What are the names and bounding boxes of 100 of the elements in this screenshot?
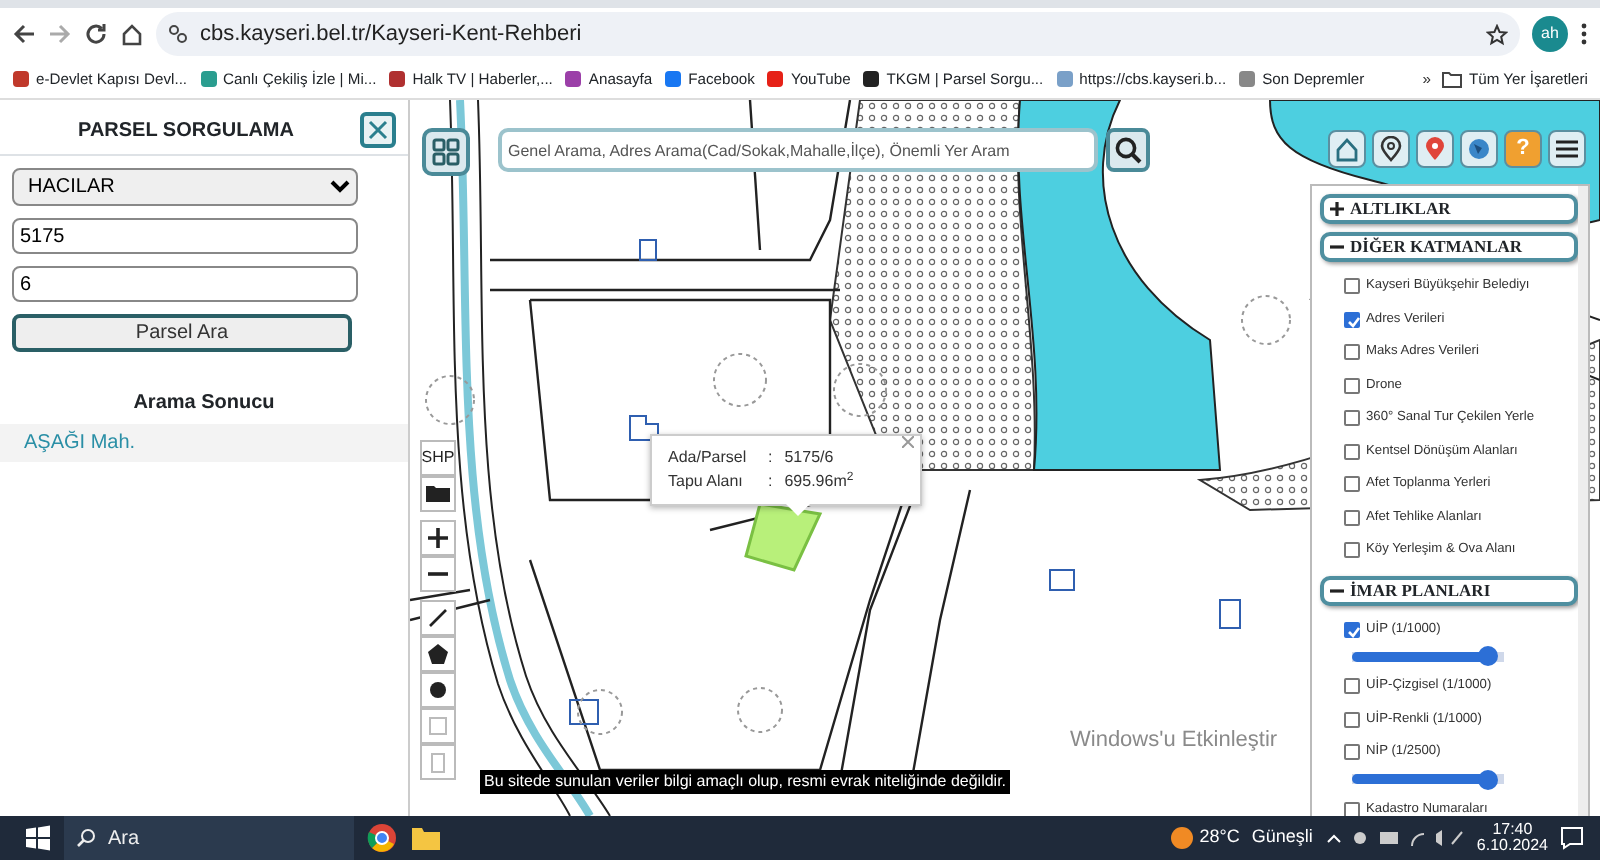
- bookmark-favicon-icon: [564, 69, 583, 88]
- popup-separator: :: [768, 470, 773, 494]
- bookmark-favicon-icon: [1238, 69, 1257, 88]
- map-tool-button[interactable]: [420, 556, 456, 592]
- zoom-in-icon: [424, 524, 452, 552]
- scrollbar[interactable]: [1578, 186, 1588, 816]
- parcel-number-field[interactable]: 6: [12, 266, 358, 302]
- back-arrow-icon[interactable]: [12, 22, 36, 46]
- layer-checkbox[interactable]: [1344, 278, 1360, 295]
- bookmark-favicon-icon: [862, 69, 881, 88]
- layer-checkbox[interactable]: [1344, 744, 1360, 761]
- home-icon[interactable]: [120, 22, 144, 46]
- polygon-draw-icon: [424, 640, 452, 668]
- clock[interactable]: 17:40 6.10.2024: [1476, 822, 1548, 854]
- basemap-button[interactable]: [1460, 130, 1498, 168]
- home-button[interactable]: [1328, 130, 1366, 168]
- plus-icon: [1330, 202, 1344, 216]
- tray-icons-drawing[interactable]: [1324, 828, 1465, 848]
- panel-title: PARSEL SORGULAMA: [76, 117, 296, 145]
- star-icon[interactable]: [1486, 23, 1508, 45]
- bookmark-favicon-icon: [199, 69, 218, 88]
- layer-checkbox[interactable]: [1344, 377, 1360, 394]
- parcel-search-button[interactable]: Parsel Ara: [12, 314, 352, 352]
- circle-draw-icon: [424, 676, 452, 704]
- bookmark-favicon-icon: [12, 69, 30, 88]
- profile-avatar[interactable]: ah: [1532, 16, 1568, 52]
- result-heading: Arama Sonucu: [131, 390, 277, 418]
- layout-grid-button[interactable]: [422, 128, 470, 176]
- edit-checkbox-icon: [424, 712, 452, 740]
- windows-start-icon[interactable]: [24, 824, 52, 852]
- layer-checkbox[interactable]: [1344, 410, 1360, 427]
- map-tool-button[interactable]: [420, 636, 456, 672]
- slider-thumb[interactable]: [1477, 769, 1498, 789]
- map-tool-button[interactable]: [420, 520, 456, 556]
- kebab-menu-icon[interactable]: [1580, 22, 1588, 46]
- layer-checkbox[interactable]: [1344, 344, 1360, 361]
- layer-section-title: ALTLIKLAR: [1350, 196, 1451, 222]
- layer-checkbox[interactable]: [1344, 711, 1360, 728]
- opacity-slider[interactable]: [1352, 646, 1504, 666]
- date-text: 6.10.2024: [1476, 838, 1548, 854]
- site-settings-icon[interactable]: [168, 24, 188, 44]
- marker-button[interactable]: [1416, 130, 1454, 168]
- map-search-field[interactable]: Genel Arama, Adres Arama(Cad/Sokak,Mahalle,İlçe), Önemli Yer Aram: [498, 128, 1098, 172]
- menu-icon: [1554, 136, 1580, 162]
- layer-checkbox[interactable]: [1344, 443, 1360, 460]
- layer-section-header[interactable]: DİĞER KATMANLAR: [1320, 232, 1578, 262]
- block-number-field[interactable]: 5175: [12, 218, 358, 254]
- map-tool-button[interactable]: [420, 476, 456, 512]
- district-select[interactable]: HACILAR: [12, 168, 358, 206]
- search-icon: [76, 828, 96, 848]
- disclaimer-text: Bu sitede sunulan veriler bilgi amaçlı olup, resmi evrak niteliğinde değildir.: [480, 770, 1011, 794]
- popup-value: 695.96m$^{2}$: [784, 470, 854, 494]
- bookmark-favicon-icon: [1055, 69, 1074, 88]
- popup-label: Ada/Parsel: [668, 446, 749, 470]
- slider-thumb[interactable]: [1477, 646, 1498, 666]
- bookmark-favicon-icon: [664, 69, 683, 88]
- time-text: 17:40: [1492, 822, 1533, 838]
- browser-app-icon[interactable]: [366, 822, 398, 854]
- layer-checkbox[interactable]: [1344, 311, 1360, 328]
- map-pin-icon: [1422, 136, 1448, 162]
- layer-checkbox[interactable]: [1344, 801, 1360, 816]
- folder-app-icon[interactable]: [410, 824, 442, 852]
- bookmark-favicon-icon: [388, 69, 407, 88]
- layer-checkbox[interactable]: [1344, 542, 1360, 559]
- taskbar-search-field[interactable]: Ara: [64, 816, 354, 860]
- minus-icon: [1330, 240, 1344, 254]
- opacity-slider[interactable]: [1352, 769, 1504, 789]
- weather-sun-icon[interactable]: [1169, 826, 1194, 850]
- home-icon: [1334, 136, 1360, 162]
- weather-text: Güneşli: [1251, 824, 1313, 851]
- grid-icon: [432, 138, 460, 166]
- temperature-text: 28°C: [1199, 824, 1240, 851]
- close-button[interactable]: [360, 112, 396, 148]
- menu-button[interactable]: [1548, 130, 1586, 168]
- activation-notice: Windows'u Etkinleştir: [1070, 726, 1278, 756]
- popup-label: Tapu Alanı: [668, 470, 745, 494]
- line-draw-icon: [424, 604, 452, 632]
- layer-section-header[interactable]: ALTLIKLAR: [1320, 194, 1578, 224]
- popup-close-button[interactable]: [902, 436, 914, 448]
- layer-section-header[interactable]: İMAR PLANLARI: [1320, 575, 1578, 605]
- layer-section-title: İMAR PLANLARI: [1350, 577, 1491, 603]
- address-bar[interactable]: cbs.kayseri.bel.tr/Kayseri-Kent-Rehberi: [156, 12, 1520, 56]
- map-tool-button[interactable]: [420, 600, 456, 636]
- globe-icon: [1466, 136, 1492, 162]
- check-icon: [1346, 313, 1362, 330]
- layer-checkbox[interactable]: [1344, 678, 1360, 695]
- close-icon: [902, 436, 914, 448]
- map-tool-button[interactable]: [420, 672, 456, 708]
- close-icon: [368, 120, 388, 140]
- reload-icon[interactable]: [84, 22, 108, 46]
- shp-button[interactable]: SHP: [420, 440, 456, 476]
- notification-icon[interactable]: [1560, 826, 1584, 850]
- search-icon: [1114, 136, 1142, 164]
- location-button[interactable]: [1372, 130, 1410, 168]
- check-icon: [1346, 623, 1362, 640]
- search-button[interactable]: [1106, 128, 1150, 172]
- layer-checkbox[interactable]: [1344, 621, 1360, 638]
- layer-checkbox[interactable]: [1344, 476, 1360, 493]
- layer-checkbox[interactable]: [1344, 509, 1360, 526]
- minus-icon: [1330, 583, 1344, 597]
